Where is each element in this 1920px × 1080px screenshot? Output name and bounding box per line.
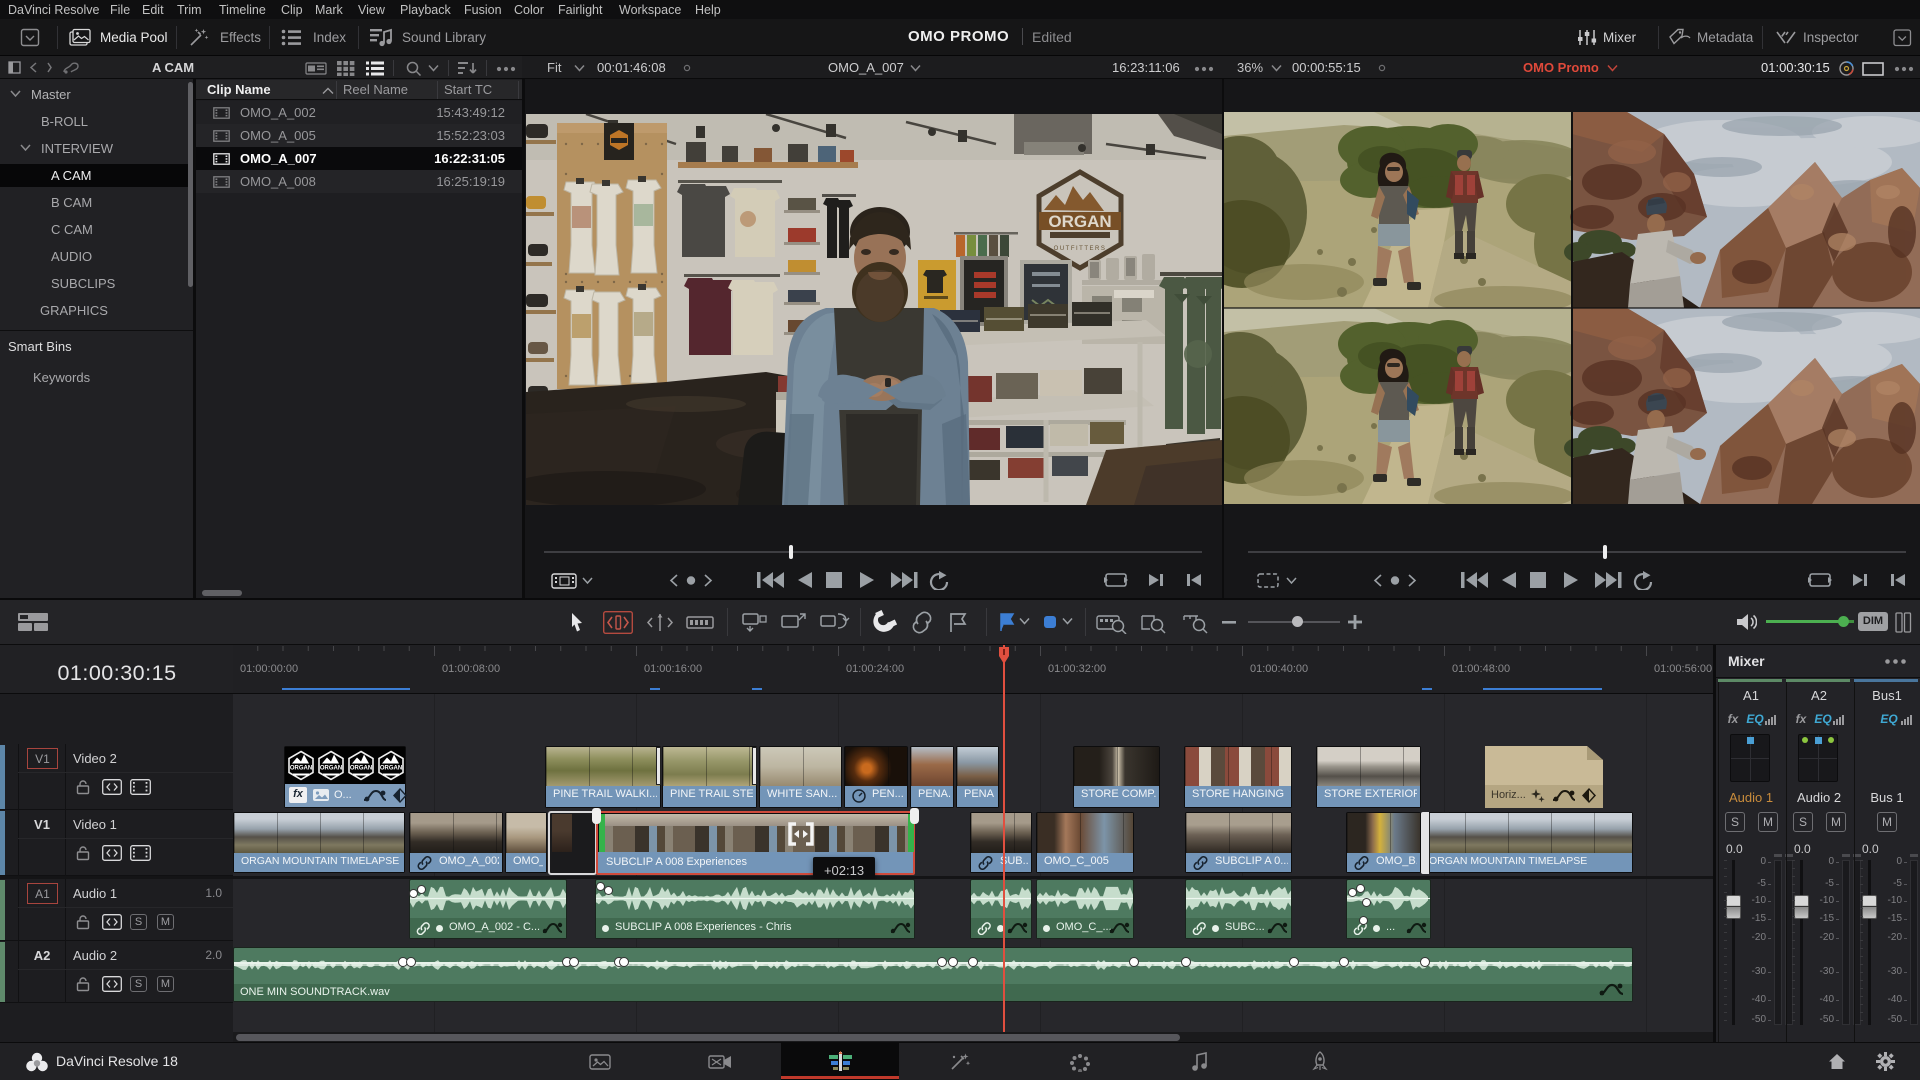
svg-text:ORGAN: ORGAN bbox=[350, 766, 372, 772]
svg-text:ORGAN: ORGAN bbox=[380, 766, 402, 772]
svg-text:ORGAN: ORGAN bbox=[290, 766, 312, 772]
svg-text:ORGAN: ORGAN bbox=[320, 766, 342, 772]
